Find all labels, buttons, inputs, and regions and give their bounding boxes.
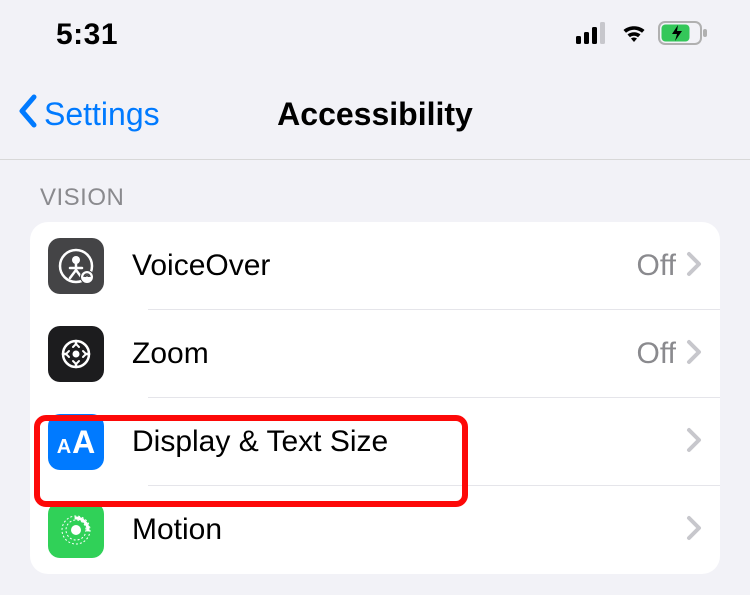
chevron-right-icon — [686, 251, 702, 282]
zoom-icon — [48, 326, 104, 382]
row-label: Zoom — [132, 337, 637, 371]
back-button[interactable]: Settings — [14, 91, 160, 139]
status-right — [576, 21, 710, 50]
voiceover-icon — [48, 238, 104, 294]
wifi-icon — [618, 22, 650, 49]
page-title: Accessibility — [277, 96, 473, 133]
section-header-vision: VISION — [0, 160, 750, 222]
row-status: Off — [637, 337, 676, 371]
chevron-right-icon — [686, 427, 702, 458]
status-time: 5:31 — [56, 18, 118, 52]
row-motion[interactable]: Motion — [30, 486, 720, 574]
row-display-text-size[interactable]: AA Display & Text Size — [30, 398, 720, 486]
row-voiceover[interactable]: VoiceOver Off — [30, 222, 720, 310]
chevron-right-icon — [686, 339, 702, 370]
settings-group-vision: VoiceOver Off Zoom Off AA Display & Text… — [30, 222, 720, 574]
motion-icon — [48, 502, 104, 558]
display-text-size-icon: AA — [48, 414, 104, 470]
row-label: Display & Text Size — [132, 425, 686, 459]
chevron-right-icon — [686, 515, 702, 546]
chevron-left-icon — [14, 91, 44, 139]
back-label: Settings — [44, 96, 160, 133]
nav-bar: Settings Accessibility — [0, 70, 750, 160]
cellular-icon — [576, 22, 610, 49]
row-label: VoiceOver — [132, 249, 637, 283]
status-bar: 5:31 — [0, 0, 750, 70]
battery-charging-icon — [658, 21, 710, 50]
row-zoom[interactable]: Zoom Off — [30, 310, 720, 398]
row-status: Off — [637, 249, 676, 283]
row-label: Motion — [132, 513, 686, 547]
